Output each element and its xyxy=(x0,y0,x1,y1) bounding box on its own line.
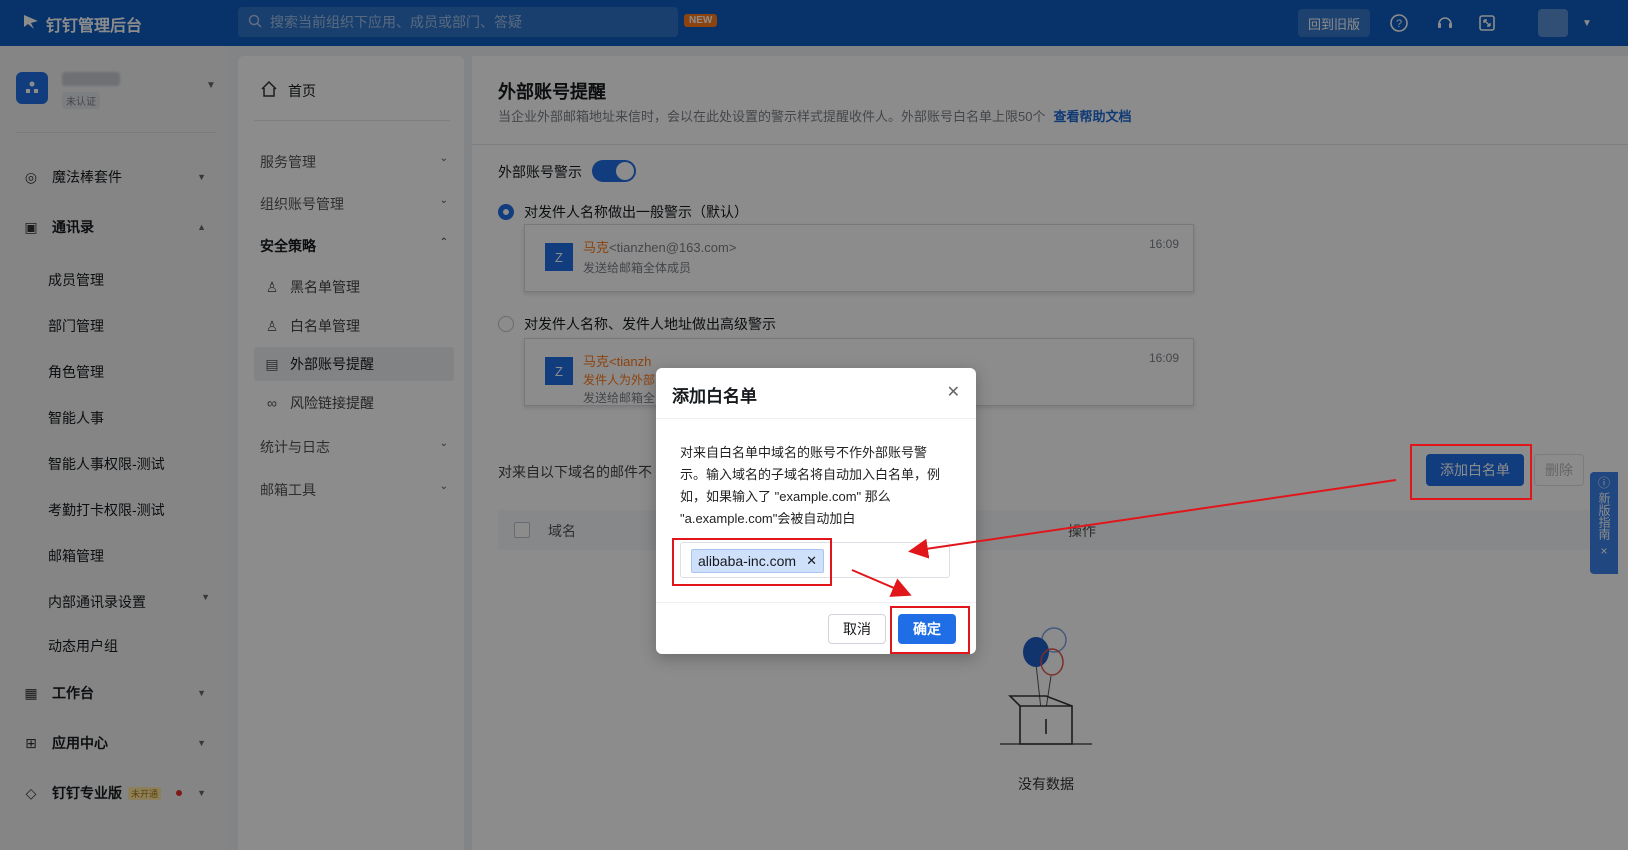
annotation-arrows xyxy=(851,479,1397,597)
